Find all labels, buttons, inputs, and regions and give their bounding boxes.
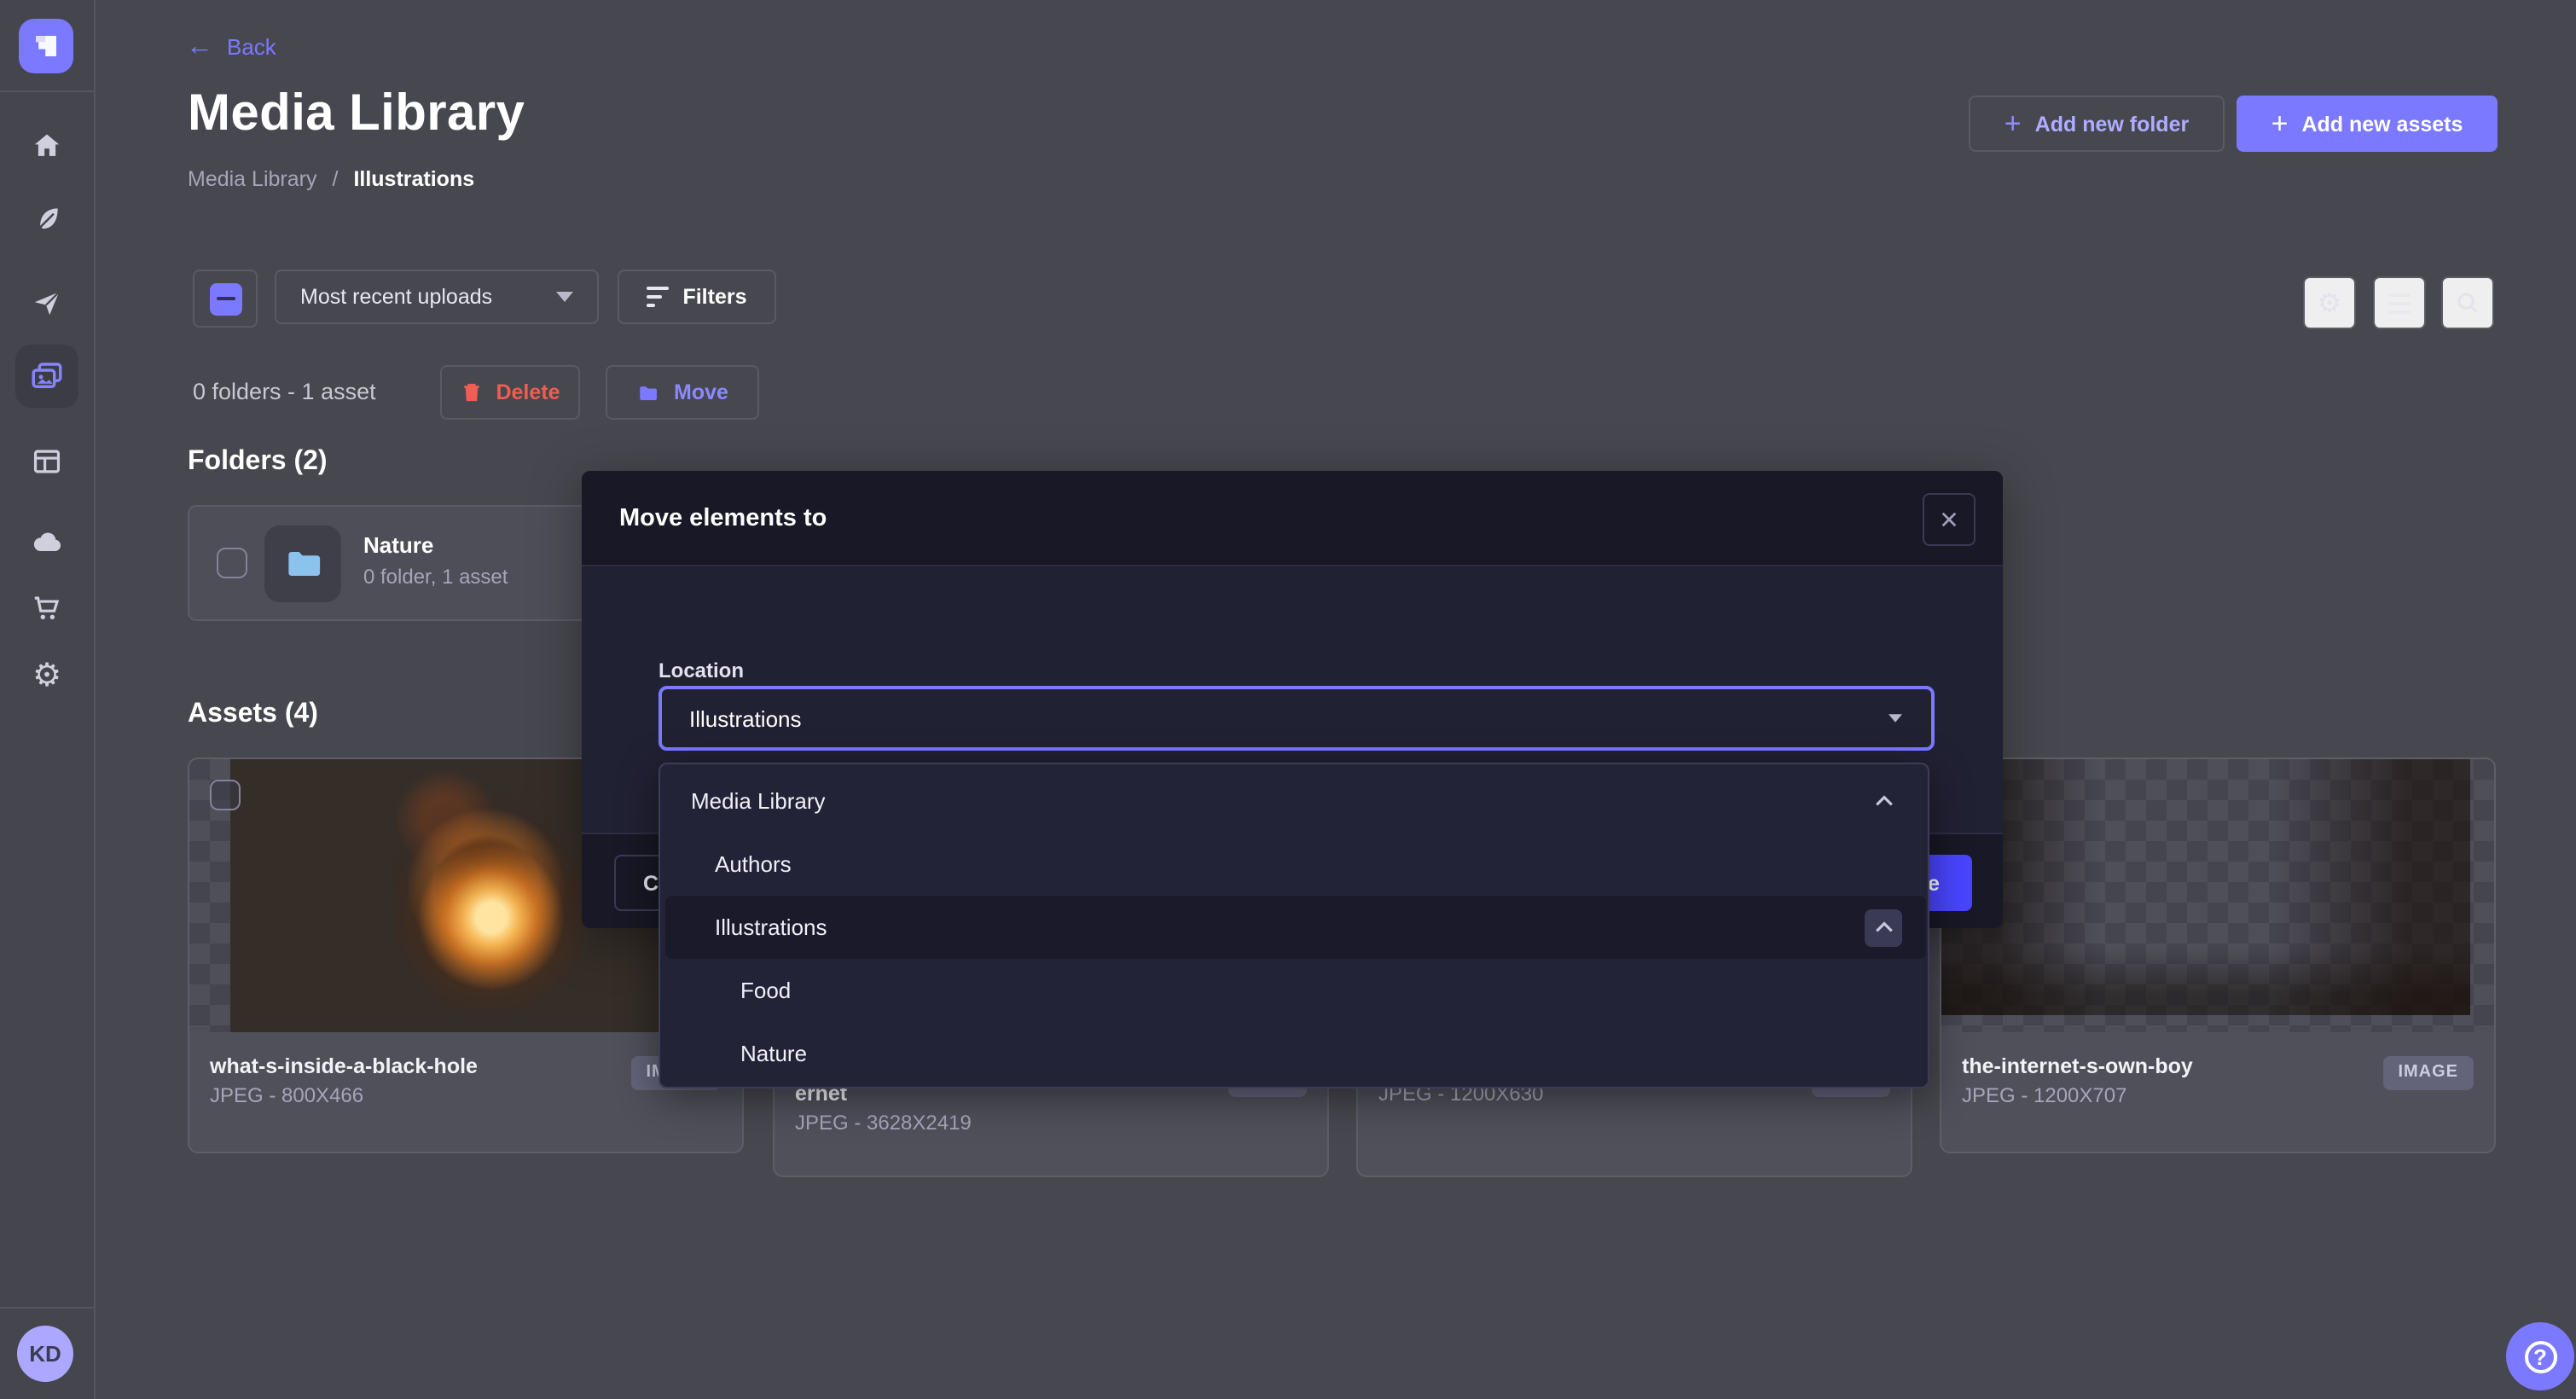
close-button[interactable] [1923, 493, 1976, 546]
breadcrumb-current: Illustrations [353, 167, 474, 191]
asset-type-badge: IMAGE [2382, 1056, 2474, 1090]
sort-value: Most recent uploads [300, 285, 492, 309]
layout-icon[interactable] [29, 444, 65, 479]
asset-checkbox[interactable] [210, 780, 241, 810]
option-food[interactable]: Food [665, 959, 1926, 1022]
filter-icon [647, 287, 669, 307]
option-label: Food [665, 978, 1926, 1003]
folder-icon [636, 381, 660, 403]
strapi-logo[interactable] [19, 19, 73, 73]
location-value: Illustrations [689, 705, 802, 731]
trash-icon [460, 380, 482, 404]
asset-meta: JPEG - 3628X2419 [795, 1109, 1307, 1138]
add-new-folder-button[interactable]: + Add new folder [1969, 96, 2225, 152]
asset-preview [1941, 759, 2494, 1032]
back-arrow-icon: ← [186, 36, 213, 58]
cloud-icon[interactable] [29, 524, 65, 560]
assets-heading: Assets (4) [188, 700, 318, 730]
delete-button[interactable]: Delete [440, 365, 580, 420]
folders-heading: Folders (2) [188, 447, 328, 478]
location-combobox[interactable]: Illustrations [659, 686, 1935, 751]
option-label: Media Library [665, 788, 1865, 814]
help-button[interactable]: ? [2506, 1322, 2574, 1390]
list-view-button[interactable] [2373, 276, 2426, 329]
folder-checkbox[interactable] [217, 548, 247, 578]
question-mark-icon: ? [2524, 1340, 2556, 1373]
settings-gear-icon[interactable]: ⚙ [29, 659, 65, 694]
option-media-library[interactable]: Media Library [665, 769, 1926, 833]
cart-icon[interactable] [29, 590, 65, 626]
add-new-assets-label: Add new assets [2301, 112, 2463, 136]
move-label: Move [674, 380, 728, 404]
breadcrumb: Media Library / Illustrations [188, 167, 474, 191]
search-icon [2455, 290, 2480, 316]
add-new-assets-button[interactable]: + Add new assets [2237, 96, 2498, 152]
location-label: Location [659, 659, 744, 682]
list-icon [2388, 293, 2411, 313]
chevron-up-icon[interactable] [1865, 908, 1902, 946]
sidebar-divider [0, 1307, 94, 1309]
back-label: Back [227, 34, 276, 60]
sidebar-divider [0, 90, 94, 92]
sort-select[interactable]: Most recent uploads [275, 270, 599, 324]
media-library-icon[interactable] [15, 345, 78, 408]
gear-icon: ⚙ [2318, 286, 2342, 320]
option-label: Nature [665, 1041, 1926, 1066]
filters-button[interactable]: Filters [618, 270, 776, 324]
option-label: Authors [665, 851, 1926, 877]
sidebar: ⚙ KD [0, 0, 96, 1399]
option-label: Illustrations [665, 914, 1865, 940]
breadcrumb-parent[interactable]: Media Library [188, 167, 316, 191]
strapi-logo-glyph [32, 32, 60, 60]
modal-title: Move elements to [619, 505, 827, 532]
avatar[interactable]: KD [17, 1326, 73, 1382]
folder-icon [283, 546, 322, 582]
search-button[interactable] [2441, 276, 2494, 329]
folder-thumbnail [264, 525, 341, 602]
plus-icon: + [2271, 112, 2289, 136]
indeterminate-checkbox-icon [209, 282, 241, 315]
close-icon [1940, 510, 1958, 529]
breadcrumb-separator: / [332, 167, 338, 191]
back-link[interactable]: ← Back [186, 34, 276, 60]
chevron-down-icon [1888, 714, 1902, 723]
location-dropdown: Media Library Authors Illustrations Food… [659, 763, 1929, 1088]
chevron-down-icon [556, 292, 573, 302]
filters-label: Filters [682, 285, 746, 309]
settings-icon-button[interactable]: ⚙ [2303, 276, 2356, 329]
option-authors[interactable]: Authors [665, 833, 1926, 896]
option-nature[interactable]: Nature [665, 1022, 1926, 1085]
add-new-folder-label: Add new folder [2035, 112, 2190, 136]
paper-plane-icon[interactable] [29, 285, 65, 321]
home-icon[interactable] [29, 128, 65, 164]
folder-name: Nature [363, 532, 433, 558]
select-all-checkbox[interactable] [193, 270, 258, 328]
plus-icon: + [2005, 112, 2022, 136]
media-library-page: ⚙ KD ← Back Media Library Media Library … [0, 0, 2576, 1399]
page-title: Media Library [188, 85, 525, 143]
option-illustrations[interactable]: Illustrations [665, 896, 1926, 959]
delete-label: Delete [496, 380, 560, 404]
move-button[interactable]: Move [606, 365, 759, 420]
asset-card[interactable]: the-internet-s-own-boy JPEG - 1200X707 I… [1940, 758, 2496, 1153]
chevron-up-icon[interactable] [1865, 782, 1902, 820]
selection-summary: 0 folders - 1 asset [193, 379, 376, 404]
avatar-initials: KD [29, 1341, 61, 1367]
feather-icon[interactable] [29, 201, 65, 237]
asset-caption: the-internet-s-own-boy JPEG - 1200X707 I… [1941, 1032, 2494, 1111]
folder-meta: 0 folder, 1 asset [363, 565, 508, 589]
library-photo-shading [1941, 759, 2470, 1015]
modal-header: Move elements to [582, 471, 2003, 566]
